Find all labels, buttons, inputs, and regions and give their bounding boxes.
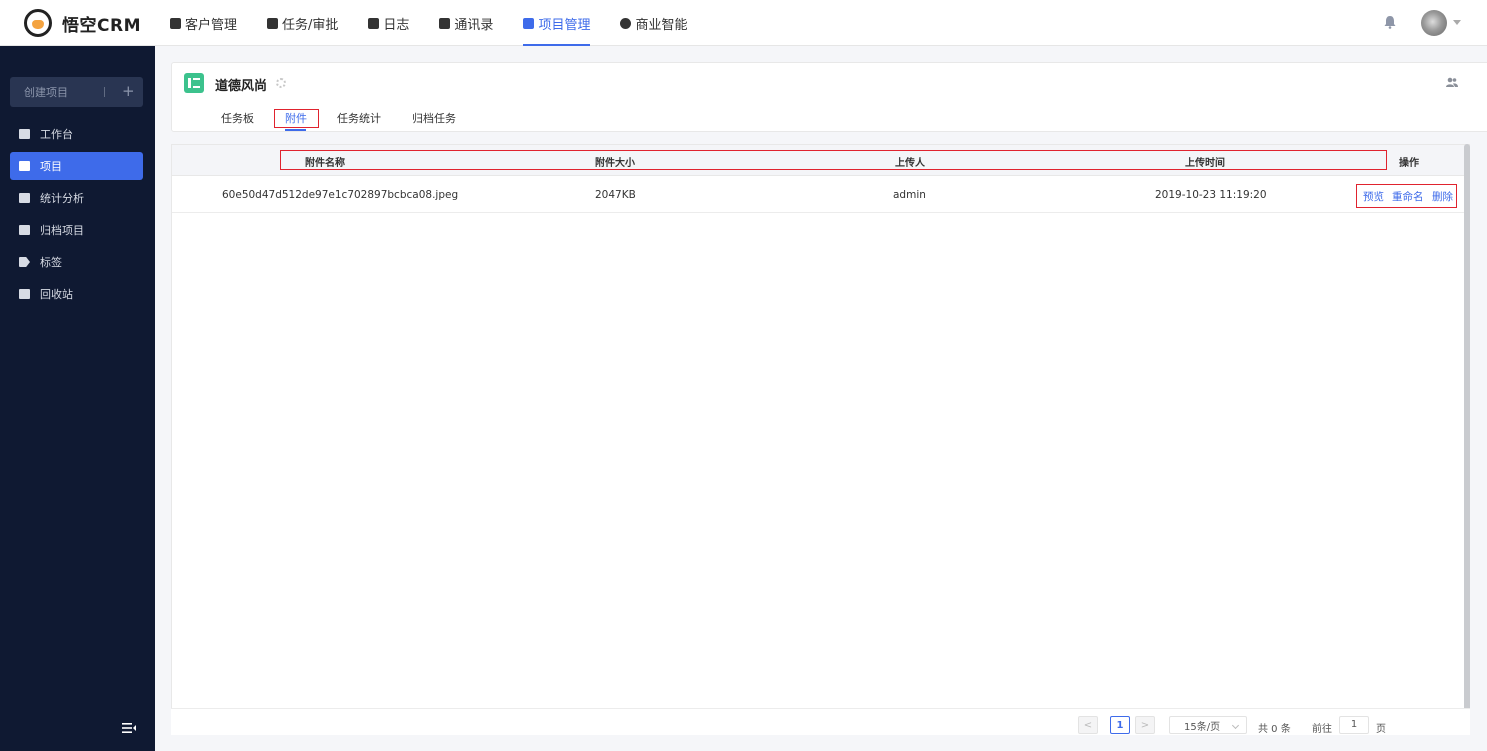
nav-label: 通讯录	[454, 17, 494, 33]
cell-file-name: 60e50d47d512de97e1c702897bcbca08.jpeg	[222, 189, 459, 201]
attachments-table: 附件名称 附件大小 上传人 上传时间 操作 60e50d47d512de97e1…	[171, 144, 1470, 735]
sidebar-item-label: 统计分析	[40, 192, 84, 205]
table-row: 60e50d47d512de97e1c702897bcbca08.jpeg 20…	[172, 177, 1469, 213]
delete-link[interactable]: 删除	[1432, 189, 1453, 204]
chevron-down-icon[interactable]	[1453, 20, 1461, 25]
sidebar-item-statistics[interactable]: 统计分析	[10, 184, 143, 212]
journal-icon	[368, 17, 380, 29]
nav-label: 项目管理	[538, 17, 591, 33]
briefcase-icon	[267, 17, 279, 29]
cell-uploader: admin	[893, 189, 926, 201]
sidebar-item-tags[interactable]: 标签	[10, 248, 143, 276]
tab-archived-tasks[interactable]: 归档任务	[412, 110, 456, 126]
rename-link[interactable]: 重命名	[1392, 189, 1424, 204]
column-header-size: 附件大小	[595, 158, 635, 169]
create-project-label: 创建项目	[24, 86, 68, 99]
nav-customer-management[interactable]: 客户管理	[170, 0, 237, 46]
main-nav: 客户管理 任务/审批 日志 通讯录 项目管理 商业智能	[170, 0, 717, 46]
next-page-button[interactable]: >	[1135, 716, 1155, 734]
project-icon	[184, 73, 204, 93]
members-icon[interactable]	[1446, 77, 1458, 87]
column-header-uploader: 上传人	[895, 158, 925, 169]
vertical-scrollbar[interactable]	[1464, 144, 1470, 729]
monkey-logo-icon	[24, 9, 52, 37]
preview-link[interactable]: 预览	[1363, 189, 1384, 204]
tab-task-statistics[interactable]: 任务统计	[337, 110, 381, 126]
chevron-down-icon	[1231, 721, 1240, 730]
plus-icon: +	[122, 82, 135, 100]
sidebar: 创建项目 + 工作台 项目 统计分析 归档项目 标签 回收站	[0, 46, 155, 751]
sidebar-item-label: 工作台	[40, 128, 73, 141]
page-number-current[interactable]: 1	[1110, 716, 1130, 734]
sidebar-item-label: 回收站	[40, 288, 73, 301]
top-navbar: 悟空CRM 客户管理 任务/审批 日志 通讯录 项目管理 商业智能	[0, 0, 1487, 46]
pagination: < 1 > 15条/页 共 0 条 前往 1 页	[171, 708, 1470, 735]
bell-icon[interactable]	[1384, 15, 1396, 29]
nav-business-intelligence[interactable]: 商业智能	[620, 0, 687, 46]
page-size-value: 15条/页	[1184, 721, 1221, 733]
create-project-button[interactable]: 创建项目 +	[10, 77, 143, 107]
nav-task-approval[interactable]: 任务/审批	[267, 0, 338, 46]
active-tab-indicator	[285, 129, 306, 131]
nav-project-management[interactable]: 项目管理	[523, 0, 591, 46]
shield-check-icon	[620, 17, 632, 29]
prev-page-button[interactable]: <	[1078, 716, 1098, 734]
nav-log[interactable]: 日志	[368, 0, 409, 46]
tab-attachments[interactable]: 附件	[285, 110, 307, 126]
sidebar-item-projects[interactable]: 项目	[10, 152, 143, 180]
cell-file-size: 2047KB	[595, 189, 636, 201]
logo-text: 悟空CRM	[62, 15, 141, 36]
archive-box-icon	[19, 225, 30, 235]
tab-task-board[interactable]: 任务板	[221, 110, 254, 126]
collapse-sidebar-icon[interactable]	[122, 723, 136, 733]
sidebar-item-label: 标签	[40, 256, 62, 269]
bar-chart-icon	[19, 193, 30, 203]
address-book-icon	[439, 17, 451, 29]
trash-icon	[19, 289, 30, 299]
sidebar-item-label: 项目	[40, 160, 62, 173]
project-header: 道德风尚 任务板 附件 任务统计 归档任务	[171, 62, 1487, 132]
column-header-actions: 操作	[1399, 158, 1419, 169]
divider	[104, 87, 105, 97]
project-title: 道德风尚	[215, 79, 268, 94]
page-size-select[interactable]: 15条/页	[1169, 716, 1247, 734]
app-logo[interactable]: 悟空CRM	[24, 9, 141, 37]
goto-page-input[interactable]: 1	[1339, 716, 1369, 734]
nav-label: 客户管理	[185, 17, 238, 33]
cell-upload-time: 2019-10-23 11:19:20	[1155, 189, 1267, 201]
avatar[interactable]	[1421, 10, 1447, 36]
table-header: 附件名称 附件大小 上传人 上传时间 操作	[172, 145, 1469, 176]
gear-icon[interactable]	[276, 78, 286, 88]
nav-label: 日志	[383, 17, 410, 33]
tag-icon	[19, 257, 30, 267]
total-count: 共 0 条	[1258, 724, 1291, 735]
nav-contacts[interactable]: 通讯录	[439, 0, 493, 46]
column-header-upload-time: 上传时间	[1185, 158, 1225, 169]
goto-label: 前往	[1312, 724, 1332, 735]
project-list-icon	[523, 17, 535, 29]
column-header-name: 附件名称	[305, 158, 345, 169]
sidebar-item-archived[interactable]: 归档项目	[10, 216, 143, 244]
building-icon	[170, 17, 181, 29]
project-list-icon	[19, 161, 30, 171]
nav-label: 商业智能	[635, 17, 688, 33]
nav-label: 任务/审批	[282, 17, 339, 33]
sidebar-item-label: 归档项目	[40, 224, 84, 237]
page-suffix: 页	[1376, 724, 1386, 735]
sidebar-item-recycle-bin[interactable]: 回收站	[10, 280, 143, 308]
monitor-icon	[19, 129, 30, 139]
sidebar-item-workbench[interactable]: 工作台	[10, 120, 143, 148]
